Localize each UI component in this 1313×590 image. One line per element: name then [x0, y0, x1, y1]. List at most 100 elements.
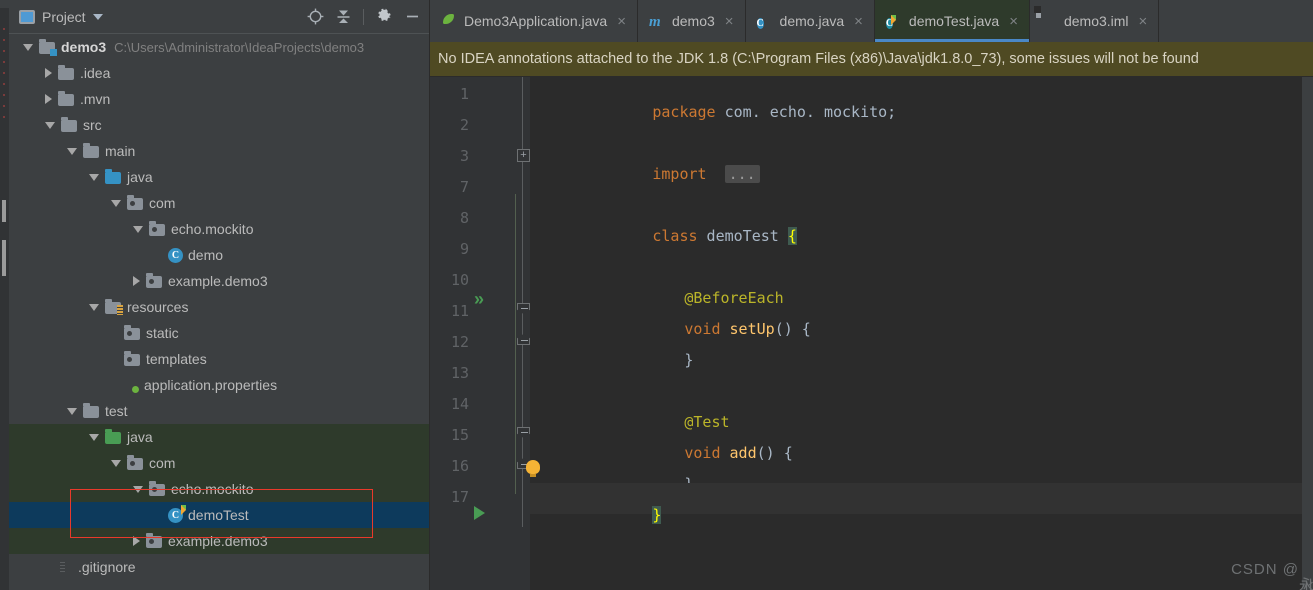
left-tool-window-strip[interactable]: [0, 0, 9, 590]
tree-node-static[interactable]: static: [9, 320, 429, 346]
tree-node--gitignore[interactable]: .gitignore: [9, 554, 429, 580]
editor-right-margin: [1302, 77, 1313, 590]
spring-class-icon: [441, 13, 457, 29]
tree-toggle-expand[interactable]: [45, 94, 52, 104]
editor-tab-demo3[interactable]: m demo3 ×: [638, 0, 746, 42]
fold-region-end-1[interactable]: [517, 334, 530, 345]
tree-toggle-collapse[interactable]: [89, 173, 99, 181]
tree-node-main[interactable]: main: [9, 138, 429, 164]
run-method-icon[interactable]: [474, 506, 485, 520]
code-line-8: class demoTest {: [530, 204, 1313, 245]
collapse-all-icon[interactable]: [330, 4, 356, 30]
tree-node-java[interactable]: java: [9, 164, 429, 190]
tree-toggle-collapse[interactable]: [23, 43, 33, 51]
fold-region-start-1[interactable]: [517, 303, 530, 314]
toolbar-separator: [363, 8, 364, 25]
package-icon: [146, 533, 163, 549]
tree-node--mvn[interactable]: .mvn: [9, 86, 429, 112]
tab-close-icon[interactable]: ×: [854, 13, 863, 30]
editor-gutter[interactable]: 1 2 3 7 8 9 10 11 12 13 14 15 16 17 »: [430, 77, 517, 590]
tab-close-icon[interactable]: ×: [725, 13, 734, 30]
line-number-15: 15: [450, 426, 469, 444]
project-tool-window: Project demo3 C:\Users\Administrator\Ide…: [9, 0, 430, 590]
line-number-1: 1: [459, 85, 469, 103]
package-icon: [146, 273, 163, 289]
resources-folder-icon: [105, 299, 123, 315]
tree-node-echo-mockito[interactable]: echo.mockito: [9, 216, 429, 242]
code-editor[interactable]: 1237891011121314151617 » +: [430, 77, 1313, 590]
minimize-icon[interactable]: [399, 4, 425, 30]
fold-gutter[interactable]: +: [516, 77, 530, 590]
tree-node-test[interactable]: test: [9, 398, 429, 424]
class-icon: C: [168, 247, 183, 263]
gear-icon[interactable]: [371, 4, 397, 30]
tree-node-demo3[interactable]: demo3 C:\Users\Administrator\IdeaProjects…: [9, 34, 429, 60]
tree-node-com[interactable]: com: [9, 450, 429, 476]
tree-toggle-collapse[interactable]: [133, 225, 143, 233]
notification-banner: No IDEA annotations attached to the JDK …: [430, 42, 1313, 77]
line-number-10: 10: [450, 271, 469, 289]
run-class-icon[interactable]: »: [474, 290, 484, 308]
tree-node-resources[interactable]: resources: [9, 294, 429, 320]
locate-target-icon[interactable]: [302, 4, 328, 30]
tree-node-label: demo: [188, 247, 224, 263]
tree-node-demotest[interactable]: CdemoTest: [9, 502, 429, 528]
tree-node-application-properties[interactable]: application.properties: [9, 372, 429, 398]
folder-icon: [58, 65, 75, 81]
tree-node-echo-mockito[interactable]: echo.mockito: [9, 476, 429, 502]
project-tree[interactable]: demo3 C:\Users\Administrator\IdeaProjects…: [9, 34, 429, 590]
tab-close-icon[interactable]: ×: [617, 13, 626, 30]
tree-toggle-collapse[interactable]: [67, 147, 77, 155]
package-icon: [124, 351, 141, 367]
line-number-16: 16: [450, 457, 469, 475]
tree-node-example-demo3[interactable]: example.demo3: [9, 528, 429, 554]
tree-node-label: application.properties: [144, 377, 278, 393]
code-text-area[interactable]: package com. echo. mockito; import ... c…: [526, 77, 1313, 590]
tree-node-src[interactable]: src: [9, 112, 429, 138]
chevron-down-icon[interactable]: [92, 13, 103, 20]
tree-node-templates[interactable]: templates: [9, 346, 429, 372]
tree-toggle-expand[interactable]: [133, 276, 140, 286]
package-icon: [149, 481, 166, 497]
line-number-13: 13: [450, 364, 469, 382]
editor-tab-demotest-java[interactable]: CdemoTest.java ×: [874, 0, 1030, 42]
tree-toggle-expand[interactable]: [45, 68, 52, 78]
folder-icon: [83, 143, 100, 159]
fold-expand-icon[interactable]: +: [517, 149, 530, 162]
editor-tab-demo3application-java[interactable]: Demo3Application.java ×: [430, 0, 638, 42]
line-number-9: 9: [459, 240, 469, 258]
editor-tab-bar[interactable]: Demo3Application.java × m demo3 × Cdemo.java ×…: [430, 0, 1313, 42]
tab-close-icon[interactable]: ×: [1009, 13, 1018, 30]
tree-toggle-collapse[interactable]: [45, 121, 55, 129]
strip-scroll-mark-2: [2, 240, 6, 276]
maven-icon: m: [648, 14, 661, 30]
intention-bulb-icon[interactable]: [526, 460, 540, 477]
strip-scroll-mark-1: [2, 200, 6, 222]
editor-area: Demo3Application.java × m demo3 × Cdemo.java ×…: [430, 0, 1313, 590]
tab-close-icon[interactable]: ×: [1139, 13, 1148, 30]
fold-region-start-2[interactable]: [517, 427, 530, 438]
tree-node-demo[interactable]: Cdemo: [9, 242, 429, 268]
tree-node-example-demo3[interactable]: example.demo3: [9, 268, 429, 294]
project-title-group[interactable]: Project: [19, 9, 103, 25]
tree-toggle-collapse[interactable]: [111, 199, 121, 207]
tree-node-label: .gitignore: [78, 559, 136, 575]
strip-top: [0, 0, 9, 8]
tree-node-com[interactable]: com: [9, 190, 429, 216]
editor-tab-demo3-iml[interactable]: demo3.iml ×: [1030, 0, 1160, 42]
tree-toggle-collapse[interactable]: [89, 303, 99, 311]
tree-node-label: com: [149, 455, 176, 471]
tree-toggle-collapse[interactable]: [67, 407, 77, 415]
tree-node-label: echo.mockito: [171, 221, 254, 237]
tree-toggle-collapse[interactable]: [133, 485, 143, 493]
editor-tab-demo-java[interactable]: Cdemo.java ×: [746, 0, 875, 42]
tab-label: Demo3Application.java: [464, 13, 608, 29]
tree-node--idea[interactable]: .idea: [9, 60, 429, 86]
tree-node-java[interactable]: java: [9, 424, 429, 450]
tree-toggle-collapse[interactable]: [111, 459, 121, 467]
tree-toggle-collapse[interactable]: [89, 433, 99, 441]
tree-toggle-expand[interactable]: [133, 536, 140, 546]
